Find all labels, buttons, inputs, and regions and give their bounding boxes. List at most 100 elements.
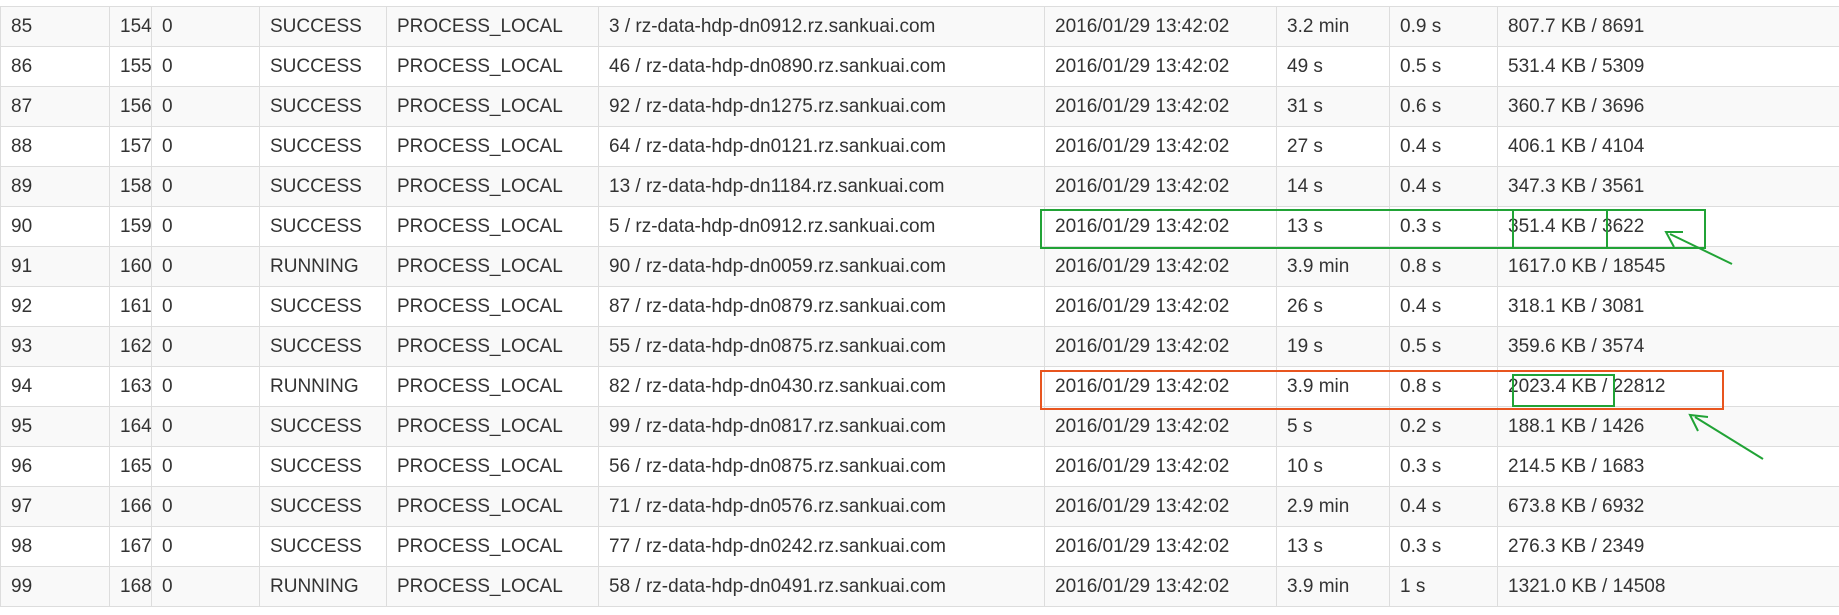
launch-time-cell: 2016/01/29 13:42:02 xyxy=(1044,526,1277,567)
input-separator: / xyxy=(1586,176,1603,197)
task-id-cell: 159 xyxy=(109,206,152,247)
locality-level-cell: PROCESS_LOCAL xyxy=(386,446,599,487)
gc-time-cell: 0.6 s xyxy=(1389,86,1498,127)
task-attempt-cell: 0 xyxy=(151,486,260,527)
executor-host-cell: 92 / rz-data-hdp-dn1275.rz.sankuai.com xyxy=(598,86,1045,127)
task-status-cell: SUCCESS xyxy=(259,286,387,327)
task-status-cell: RUNNING xyxy=(259,246,387,287)
duration-cell: 13 s xyxy=(1276,526,1390,567)
task-attempt-cell: 0 xyxy=(151,166,260,207)
task-status-cell: SUCCESS xyxy=(259,6,387,47)
duration-cell: 3.9 min xyxy=(1276,246,1390,287)
gc-time-cell: 0.8 s xyxy=(1389,246,1498,287)
input-size-value: 188.1 KB xyxy=(1508,416,1587,437)
input-size-records-cell: 673.8 KB / 6932 xyxy=(1497,486,1839,527)
task-status-cell: RUNNING xyxy=(259,566,387,607)
input-records-value: 2349 xyxy=(1602,536,1645,557)
task-status-cell: SUCCESS xyxy=(259,166,387,207)
task-id-cell: 161 xyxy=(109,286,152,327)
task-status-cell: SUCCESS xyxy=(259,326,387,367)
gc-time-cell: 0.8 s xyxy=(1389,366,1498,407)
task-attempt-cell: 0 xyxy=(151,526,260,567)
task-status-cell: SUCCESS xyxy=(259,126,387,167)
locality-level-cell: PROCESS_LOCAL xyxy=(386,86,599,127)
task-index-cell: 92 xyxy=(0,286,110,327)
launch-time-cell: 2016/01/29 13:42:02 xyxy=(1044,366,1277,407)
input-records-value: 14508 xyxy=(1612,576,1666,597)
launch-time-cell: 2016/01/29 13:42:02 xyxy=(1044,286,1277,327)
input-size-records-cell: 2023.4 KB / 22812 xyxy=(1497,366,1839,407)
input-separator: / xyxy=(1596,256,1613,277)
executor-host-cell: 99 / rz-data-hdp-dn0817.rz.sankuai.com xyxy=(598,406,1045,447)
task-status-cell: SUCCESS xyxy=(259,86,387,127)
task-index-cell: 98 xyxy=(0,526,110,567)
task-id-cell: 168 xyxy=(109,566,152,607)
task-index-cell: 87 xyxy=(0,86,110,127)
task-attempt-cell: 0 xyxy=(151,286,260,327)
input-separator: / xyxy=(1586,456,1603,477)
task-table: 85 154 0 SUCCESS PROCESS_LOCAL 3 / rz-data-hd… xyxy=(0,6,1839,607)
executor-host-cell: 3 / rz-data-hdp-dn0912.rz.sankuai.com xyxy=(598,6,1045,47)
launch-time-cell: 2016/01/29 13:42:02 xyxy=(1044,166,1277,207)
executor-host-cell: 46 / rz-data-hdp-dn0890.rz.sankuai.com xyxy=(598,46,1045,87)
task-id-cell: 163 xyxy=(109,366,152,407)
executor-host-cell: 58 / rz-data-hdp-dn0491.rz.sankuai.com xyxy=(598,566,1045,607)
table-row: 97 166 0 SUCCESS PROCESS_LOCAL 71 / rz-data-h… xyxy=(0,486,1839,527)
launch-time-cell: 2016/01/29 13:42:02 xyxy=(1044,86,1277,127)
input-separator: / xyxy=(1586,296,1603,317)
locality-level-cell: PROCESS_LOCAL xyxy=(386,206,599,247)
input-size-records-cell: 276.3 KB / 2349 xyxy=(1497,526,1839,567)
input-separator: / xyxy=(1586,216,1603,237)
executor-host-cell: 87 / rz-data-hdp-dn0879.rz.sankuai.com xyxy=(598,286,1045,327)
locality-level-cell: PROCESS_LOCAL xyxy=(386,286,599,327)
input-separator: / xyxy=(1586,16,1603,37)
locality-level-cell: PROCESS_LOCAL xyxy=(386,406,599,447)
gc-time-cell: 0.3 s xyxy=(1389,206,1498,247)
input-records-value: 6932 xyxy=(1602,496,1645,517)
input-records-value: 3696 xyxy=(1602,96,1645,117)
launch-time-cell: 2016/01/29 13:42:02 xyxy=(1044,566,1277,607)
input-separator: / xyxy=(1586,336,1603,357)
input-records-value: 3622 xyxy=(1602,216,1645,237)
task-id-cell: 167 xyxy=(109,526,152,567)
gc-time-cell: 1 s xyxy=(1389,566,1498,607)
input-size-records-cell: 347.3 KB / 3561 xyxy=(1497,166,1839,207)
task-index-cell: 95 xyxy=(0,406,110,447)
launch-time-cell: 2016/01/29 13:42:02 xyxy=(1044,406,1277,447)
table-row: 99 168 0 RUNNING PROCESS_LOCAL 58 / rz-data-h… xyxy=(0,566,1839,607)
input-size-value: 276.3 KB xyxy=(1508,536,1587,557)
table-row: 92 161 0 SUCCESS PROCESS_LOCAL 87 / rz-data-h… xyxy=(0,286,1839,327)
task-table-body: 85 154 0 SUCCESS PROCESS_LOCAL 3 / rz-data-hd… xyxy=(0,6,1839,607)
input-size-records-cell: 531.4 KB / 5309 xyxy=(1497,46,1839,87)
input-separator: / xyxy=(1596,376,1613,397)
table-row: 87 156 0 SUCCESS PROCESS_LOCAL 92 / rz-data-h… xyxy=(0,86,1839,127)
task-id-cell: 157 xyxy=(109,126,152,167)
duration-cell: 13 s xyxy=(1276,206,1390,247)
duration-cell: 14 s xyxy=(1276,166,1390,207)
input-records-value: 5309 xyxy=(1602,56,1645,77)
input-records-value: 22812 xyxy=(1612,376,1666,397)
executor-host-cell: 64 / rz-data-hdp-dn0121.rz.sankuai.com xyxy=(598,126,1045,167)
duration-cell: 31 s xyxy=(1276,86,1390,127)
launch-time-cell: 2016/01/29 13:42:02 xyxy=(1044,126,1277,167)
task-attempt-cell: 0 xyxy=(151,246,260,287)
input-size-value: 406.1 KB xyxy=(1508,136,1587,157)
duration-cell: 2.9 min xyxy=(1276,486,1390,527)
task-status-cell: SUCCESS xyxy=(259,46,387,87)
task-id-cell: 166 xyxy=(109,486,152,527)
task-index-cell: 99 xyxy=(0,566,110,607)
duration-cell: 3.2 min xyxy=(1276,6,1390,47)
input-size-records-cell: 351.4 KB / 3622 xyxy=(1497,206,1839,247)
input-size-records-cell: 406.1 KB / 4104 xyxy=(1497,126,1839,167)
task-attempt-cell: 0 xyxy=(151,126,260,167)
task-id-cell: 155 xyxy=(109,46,152,87)
task-attempt-cell: 0 xyxy=(151,446,260,487)
executor-host-cell: 56 / rz-data-hdp-dn0875.rz.sankuai.com xyxy=(598,446,1045,487)
input-size-records-cell: 214.5 KB / 1683 xyxy=(1497,446,1839,487)
input-separator: / xyxy=(1586,136,1603,157)
table-row: 96 165 0 SUCCESS PROCESS_LOCAL 56 / rz-data-h… xyxy=(0,446,1839,487)
input-separator: / xyxy=(1586,96,1603,117)
locality-level-cell: PROCESS_LOCAL xyxy=(386,126,599,167)
launch-time-cell: 2016/01/29 13:42:02 xyxy=(1044,206,1277,247)
executor-host-cell: 71 / rz-data-hdp-dn0576.rz.sankuai.com xyxy=(598,486,1045,527)
